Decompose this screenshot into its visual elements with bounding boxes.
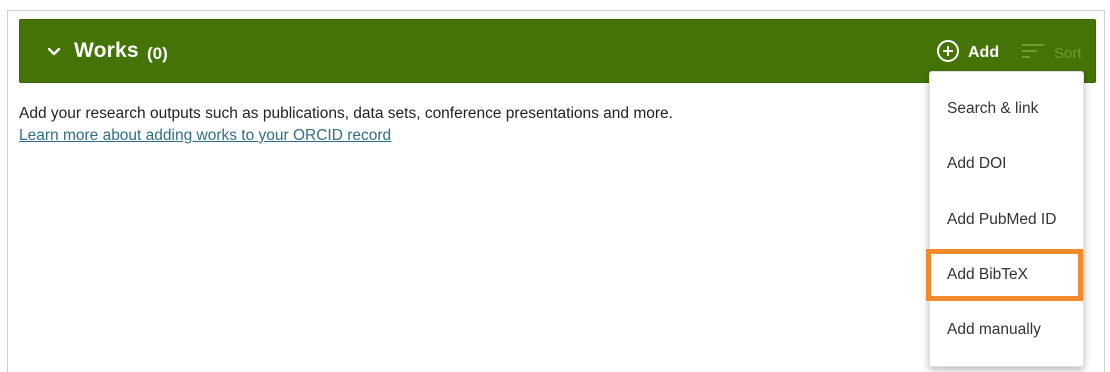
menu-item-search-link[interactable]: Search & link bbox=[930, 84, 1085, 134]
menu-item-add-pubmed-id[interactable]: Add PubMed ID bbox=[930, 195, 1085, 245]
sort-lines-icon bbox=[1020, 42, 1046, 65]
menu-item-add-bibtex[interactable]: Add BibTeX bbox=[926, 249, 1083, 301]
add-label: Add bbox=[968, 44, 1000, 61]
plus-circle-icon bbox=[936, 39, 960, 68]
sort-label: Sort bbox=[1054, 44, 1082, 62]
learn-more-link[interactable]: Learn more about adding works to your OR… bbox=[19, 127, 391, 145]
chevron-down-icon[interactable] bbox=[44, 42, 64, 62]
menu-item-add-doi[interactable]: Add DOI bbox=[930, 139, 1085, 189]
sort-button[interactable]: Sort bbox=[1020, 40, 1082, 66]
works-description: Add your research outputs such as public… bbox=[19, 105, 673, 122]
section-title: Works bbox=[74, 39, 139, 62]
add-dropdown-menu: Search & link Add DOI Add PubMed ID Add … bbox=[926, 71, 1085, 367]
add-button[interactable]: Add bbox=[936, 39, 1000, 68]
menu-item-add-manually[interactable]: Add manually bbox=[930, 305, 1085, 355]
works-count: (0) bbox=[147, 44, 168, 63]
